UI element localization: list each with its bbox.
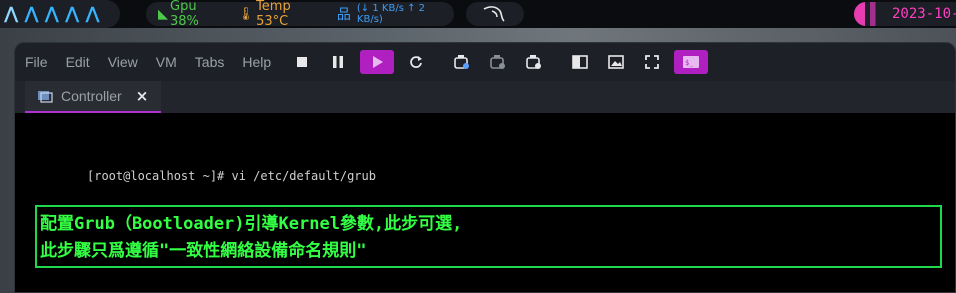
console-view-button[interactable]: $_: [674, 50, 709, 74]
workspace-3[interactable]: ⋀: [45, 0, 59, 28]
menu-vm[interactable]: VM: [147, 54, 186, 70]
workspace-switcher[interactable]: ⋀ ⋀ ⋀ ⋀ ⋀: [0, 0, 120, 28]
shell-command-line: [root@localhost ~]# vi /etc/default/grub: [87, 169, 376, 183]
tab-bar: Controller ×: [15, 81, 955, 113]
fullscreen-button[interactable]: [638, 50, 666, 74]
menu-file[interactable]: File: [15, 54, 57, 70]
console-icon: $_: [683, 56, 700, 68]
clock: 2023-10-2: [854, 2, 956, 46]
snapshot-revert-button[interactable]: [484, 50, 512, 74]
snapshot-manager-button[interactable]: [520, 50, 548, 74]
close-icon[interactable]: ×: [136, 87, 149, 105]
menu-view[interactable]: View: [99, 54, 147, 70]
gpu-usage: Gpu 38%: [170, 0, 199, 29]
snapshot-take-button[interactable]: [448, 50, 476, 74]
pause-icon: [333, 56, 344, 68]
snapshot-revert-icon: [490, 55, 506, 69]
play-icon: [373, 56, 384, 68]
workspace-5[interactable]: ⋀: [85, 0, 99, 28]
sidebar-toggle-icon: [572, 55, 588, 69]
temperature: Temp 53°C: [256, 0, 291, 29]
snapshot-take-icon: [454, 55, 470, 69]
tab-label: Controller: [61, 88, 122, 104]
restart-button[interactable]: [402, 50, 430, 74]
pause-button[interactable]: [324, 50, 352, 74]
tab-controller[interactable]: Controller ×: [25, 81, 161, 113]
network-speed: (↓ 1 KB/s ↑ 2 KB/s): [356, 3, 426, 25]
menu-help[interactable]: Help: [233, 54, 280, 70]
vm-icon: [38, 91, 53, 103]
thumbnail-icon: [608, 55, 624, 69]
svg-text:$_: $_: [685, 59, 694, 67]
play-button[interactable]: [360, 50, 395, 74]
menu-tabs[interactable]: Tabs: [186, 54, 234, 70]
sidebar-toggle-button[interactable]: [566, 50, 594, 74]
vm-console[interactable]: [root@localhost ~]# vi /etc/default/grub…: [15, 113, 955, 292]
network-icon: 品: [336, 7, 351, 23]
fullscreen-icon: [645, 55, 660, 69]
thumbnail-button[interactable]: [602, 50, 630, 74]
menu-edit[interactable]: Edit: [57, 54, 99, 70]
annotation-line-2: 此步驟只爲遵循"一致性網絡設備命名規則": [40, 241, 367, 261]
menu-bar: File Edit View VM Tabs Help $_: [15, 43, 955, 81]
annotation-line-1: 配置Grub（Bootloader)引導Kernel參數,此步可選,: [40, 214, 463, 234]
thermometer-icon: 🌡: [237, 6, 255, 22]
stop-button[interactable]: [288, 50, 316, 74]
snapshot-manager-icon: [526, 55, 542, 69]
annotation-box: 配置Grub（Bootloader)引導Kernel參數,此步可選, 此步驟只爲…: [35, 205, 942, 268]
kali-menu-button[interactable]: [466, 2, 524, 26]
workspace-2[interactable]: ⋀: [24, 0, 38, 28]
nvidia-icon: ◣: [158, 6, 168, 22]
system-monitor: ◣ Gpu 38% 🌡 Temp 53°C 品 (↓ 1 KB/s ↑ 2 KB…: [146, 0, 454, 29]
kali-dragon-icon: [483, 6, 505, 22]
stop-icon: [297, 57, 308, 67]
workspace-1[interactable]: ⋀: [4, 0, 18, 28]
restart-icon: [410, 56, 423, 68]
top-status-bar: ⋀ ⋀ ⋀ ⋀ ⋀ ◣ Gpu 38% 🌡 Temp 53°C 品 (↓ 1 K…: [0, 0, 956, 46]
vmware-window: File Edit View VM Tabs Help $_ Controlle…: [14, 42, 956, 293]
workspace-4[interactable]: ⋀: [65, 0, 79, 28]
